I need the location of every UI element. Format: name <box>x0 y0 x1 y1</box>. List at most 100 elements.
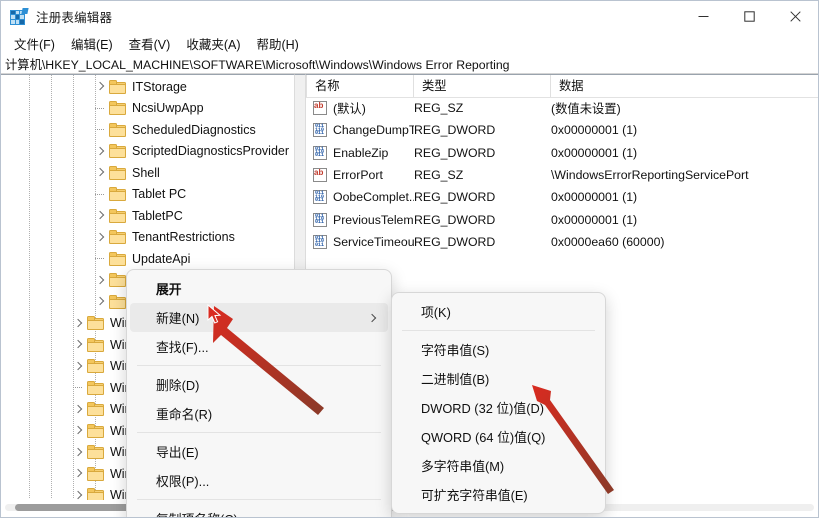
chevron-right-icon[interactable] <box>73 447 84 458</box>
menu-help[interactable]: 帮助(H) <box>249 32 305 55</box>
folder-icon <box>87 337 104 352</box>
column-name[interactable]: 名称 <box>306 75 414 97</box>
menu-separator <box>137 432 381 433</box>
folder-icon <box>87 402 104 417</box>
tree-item[interactable]: UpdateApi <box>1 248 294 270</box>
menu-item[interactable]: DWORD (32 位)值(D) <box>395 393 602 422</box>
tree-item[interactable]: ITStorage <box>1 76 294 98</box>
menu-item-label: 查找(F)... <box>156 340 209 355</box>
value-row[interactable]: 011 110 011 EnableZip REG_DWORD 0x00000001 (1… <box>306 142 818 164</box>
folder-icon <box>109 79 126 94</box>
tree-item[interactable]: ScriptedDiagnosticsProvider <box>1 141 294 163</box>
menu-item[interactable]: 字符串值(S) <box>395 335 602 364</box>
value-name-cell: ChangeDumpT... <box>333 123 414 138</box>
menu-view[interactable]: 查看(V) <box>122 32 178 55</box>
dword-value-icon: 011 110 011 <box>313 123 327 138</box>
tree-item-label: UpdateApi <box>132 251 191 266</box>
menu-bar: 文件(F) 编辑(E) 查看(V) 收藏夹(A) 帮助(H) <box>1 32 818 54</box>
tree-item[interactable]: TenantRestrictions <box>1 227 294 249</box>
tree-item-label: TabletPC <box>132 208 183 223</box>
folder-icon <box>109 294 126 309</box>
menu-favorites[interactable]: 收藏夹(A) <box>179 32 247 55</box>
folder-icon <box>109 230 126 245</box>
menu-edit[interactable]: 编辑(E) <box>64 32 120 55</box>
tree-item[interactable]: Shell <box>1 162 294 184</box>
value-type-cell: REG_DWORD <box>414 123 496 138</box>
value-data-cell: 0x0000ea60 (60000) <box>551 234 665 249</box>
value-name-cell: OobeComplet... <box>333 190 414 205</box>
chevron-right-icon[interactable] <box>73 468 84 479</box>
dword-value-icon: 011 110 011 <box>313 145 327 160</box>
chevron-right-icon[interactable] <box>95 210 106 221</box>
menu-item[interactable]: 复制项名称(C) <box>130 504 388 517</box>
column-type[interactable]: 类型 <box>414 75 551 97</box>
value-row[interactable]: ab (默认) REG_SZ (数值未设置) <box>306 97 818 119</box>
string-value-icon: ab <box>313 168 327 183</box>
value-type-cell: REG_DWORD <box>414 145 496 160</box>
window-controls <box>680 1 818 32</box>
chevron-right-icon[interactable] <box>73 361 84 372</box>
tree-item[interactable]: Tablet PC <box>1 184 294 206</box>
menu-item[interactable]: 权限(P)... <box>130 466 388 495</box>
value-data-cell: 0x00000001 (1) <box>551 212 638 227</box>
chevron-right-icon[interactable] <box>95 81 106 92</box>
menu-item[interactable]: 可扩充字符串值(E) <box>395 480 602 509</box>
menu-item[interactable]: 导出(E) <box>130 437 388 466</box>
menu-item[interactable]: 重命名(R) <box>130 399 388 428</box>
value-row[interactable]: 011 110 011 ServiceTimeout REG_DWORD 0x0000ea… <box>306 231 818 253</box>
new-submenu[interactable]: 项(K) 字符串值(S) 二进制值(B) DWORD (32 位)值(D) QWORD … <box>391 292 606 514</box>
minimize-button[interactable] <box>680 1 726 32</box>
menu-item[interactable]: 二进制值(B) <box>395 364 602 393</box>
value-row[interactable]: ab ErrorPort REG_SZ \WindowsErrorReportingS… <box>306 164 818 186</box>
menu-separator <box>137 499 381 500</box>
tree-stub-icon <box>95 124 106 135</box>
menu-item[interactable]: 删除(D) <box>130 370 388 399</box>
chevron-right-icon[interactable] <box>73 318 84 329</box>
chevron-right-icon[interactable] <box>73 339 84 350</box>
close-button[interactable] <box>772 1 818 32</box>
menu-item[interactable]: 查找(F)... <box>130 332 388 361</box>
chevron-right-icon[interactable] <box>95 146 106 157</box>
value-name-cell: ErrorPort <box>333 168 383 183</box>
menu-item-label: 项(K) <box>421 305 451 320</box>
value-type-cell: REG_SZ <box>414 168 464 183</box>
values-column-header: 名称 类型 数据 <box>306 75 818 98</box>
menu-item-label: 可扩充字符串值(E) <box>421 488 528 503</box>
menu-item[interactable]: 展开 <box>130 274 388 303</box>
value-name-cell: (默认) <box>333 102 366 117</box>
tree-stub-icon <box>95 253 106 264</box>
registry-editor-window: 注册表编辑器 文件(F) 编辑(E) 查看(V) 收藏夹(A) 帮助(H) 计算… <box>0 0 819 518</box>
tree-item[interactable]: NcsiUwpApp <box>1 98 294 120</box>
chevron-right-icon[interactable] <box>73 425 84 436</box>
folder-icon <box>109 144 126 159</box>
folder-icon <box>87 316 104 331</box>
tree-item[interactable]: TabletPC <box>1 205 294 227</box>
address-bar[interactable]: 计算机\HKEY_LOCAL_MACHINE\SOFTWARE\Microsof… <box>1 54 818 73</box>
menu-separator <box>137 365 381 366</box>
chevron-right-icon[interactable] <box>73 404 84 415</box>
menu-item[interactable]: 多字符串值(M) <box>395 451 602 480</box>
value-row[interactable]: 011110011 PreviousTelem...REG_DWORD 0x0000… <box>306 208 818 230</box>
menu-item[interactable]: 项(K) <box>395 297 602 326</box>
menu-item[interactable]: 新建(N) <box>130 303 388 332</box>
maximize-button[interactable] <box>726 1 772 32</box>
address-path: 计算机\HKEY_LOCAL_MACHINE\SOFTWARE\Microsof… <box>5 57 510 72</box>
chevron-right-icon[interactable] <box>95 296 106 307</box>
menu-item[interactable]: QWORD (64 位)值(Q) <box>395 422 602 451</box>
registry-editor-icon <box>10 7 29 26</box>
value-row[interactable]: 011110011 ChangeDumpT...REG_DWORD 0x000000… <box>306 119 818 141</box>
chevron-right-icon[interactable] <box>95 232 106 243</box>
tree-item-label: NcsiUwpApp <box>132 101 204 116</box>
chevron-right-icon[interactable] <box>95 167 106 178</box>
tree-context-menu[interactable]: 展开新建(N) 查找(F)... 删除(D) 重命名(R) 导出(E) 权限(P)... 复… <box>126 269 392 517</box>
column-data[interactable]: 数据 <box>551 75 818 97</box>
chevron-right-icon[interactable] <box>95 275 106 286</box>
values-row-list: ab (默认) REG_SZ (数值未设置) 011110011 ChangeDumpT.… <box>306 97 818 253</box>
tree-item[interactable]: ScheduledDiagnostics <box>1 119 294 141</box>
folder-icon <box>87 423 104 438</box>
value-row[interactable]: 011 110 011 OobeComplet... REG_DWORD 0x000000… <box>306 186 818 208</box>
menu-item-label: 重命名(R) <box>156 407 213 422</box>
menu-item-label: 多字符串值(M) <box>421 459 505 474</box>
folder-icon <box>109 122 126 137</box>
menu-file[interactable]: 文件(F) <box>7 32 62 55</box>
